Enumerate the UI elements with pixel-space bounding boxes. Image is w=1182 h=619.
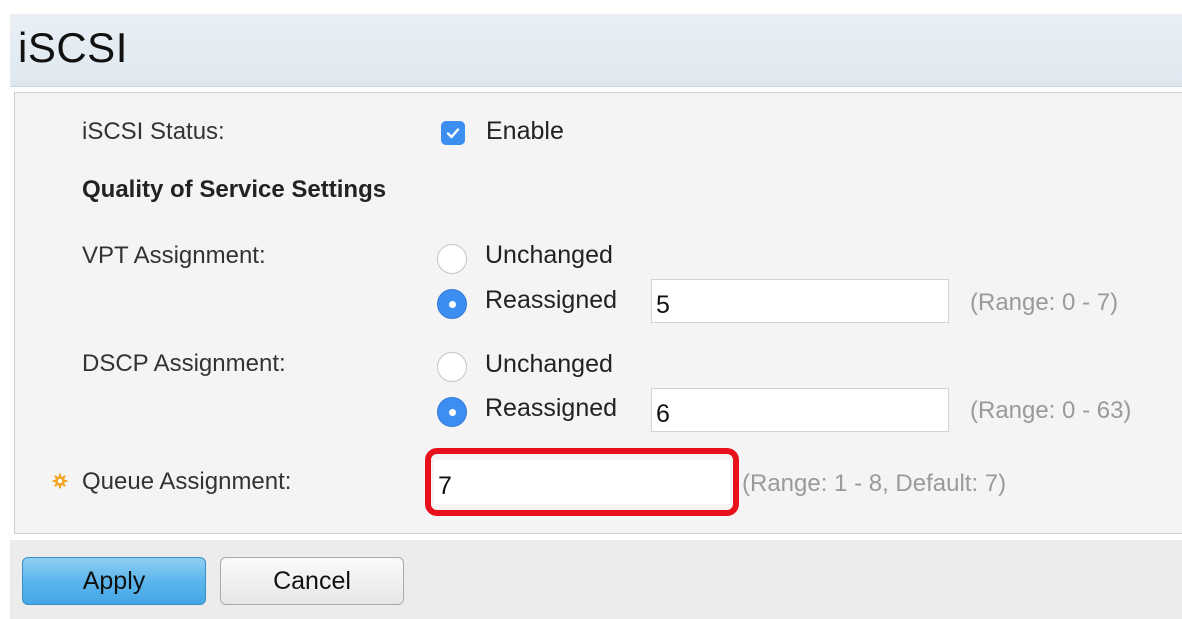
vpt-unchanged-radio[interactable] [437, 244, 467, 274]
vpt-unchanged-label: Unchanged [485, 241, 613, 269]
vpt-reassigned-radio[interactable] [437, 289, 467, 319]
queue-value-input[interactable] [434, 460, 730, 504]
vpt-assignment-label: VPT Assignment: [82, 242, 266, 269]
apply-button[interactable]: Apply [22, 557, 206, 605]
dscp-reassigned-radio[interactable] [437, 397, 467, 427]
cancel-button[interactable]: Cancel [220, 557, 404, 605]
iscsi-settings-page: iSCSI iSCSI Status: Enable Quality of Se… [0, 0, 1182, 619]
title-bar: iSCSI [10, 14, 1182, 87]
gear-icon [52, 473, 68, 489]
iscsi-enable-label: Enable [486, 117, 564, 145]
dscp-unchanged-label: Unchanged [485, 350, 613, 378]
check-icon [446, 128, 460, 139]
dscp-range-hint: (Range: 0 - 63) [970, 397, 1132, 424]
qos-heading: Quality of Service Settings [82, 176, 387, 203]
dscp-unchanged-radio[interactable] [437, 352, 467, 382]
vpt-reassigned-label: Reassigned [485, 286, 618, 314]
vpt-value-input[interactable] [651, 279, 949, 323]
iscsi-status-label: iSCSI Status: [82, 118, 225, 145]
queue-assignment-label: Queue Assignment: [82, 468, 292, 495]
queue-range-hint: (Range: 1 - 8, Default: 7) [742, 470, 1007, 497]
dscp-value-input[interactable] [651, 388, 949, 432]
page-title: iSCSI [18, 24, 128, 71]
dscp-reassigned-label: Reassigned [485, 394, 618, 422]
iscsi-enable-checkbox[interactable] [441, 121, 465, 145]
dscp-assignment-label: DSCP Assignment: [82, 350, 286, 377]
vpt-range-hint: (Range: 0 - 7) [970, 289, 1119, 316]
